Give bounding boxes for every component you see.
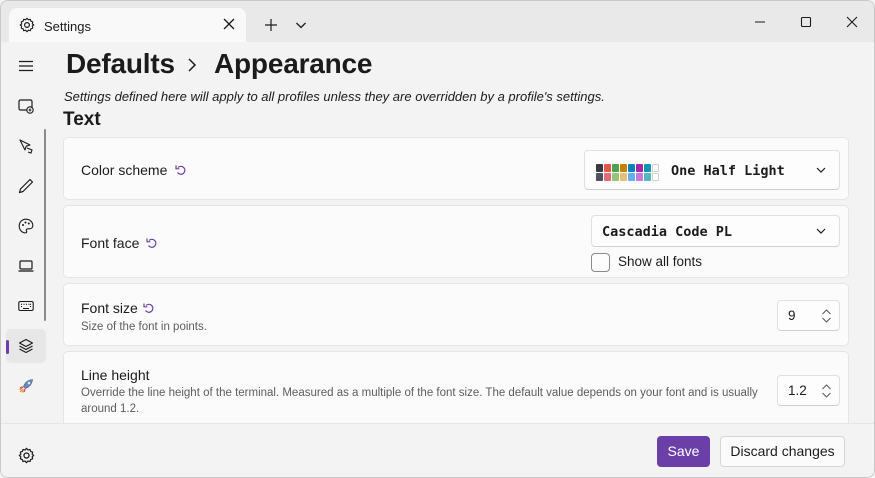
color-scheme-swatches <box>596 164 659 182</box>
rail-item-interaction[interactable] <box>6 129 46 163</box>
color-swatch <box>596 173 603 181</box>
color-swatch <box>628 173 635 181</box>
chevron-down-icon[interactable] <box>293 17 309 33</box>
line-height-value: 1.2 <box>788 383 807 398</box>
title-bar: Settings <box>1 1 874 42</box>
rocket-icon <box>19 379 33 393</box>
reset-icon[interactable] <box>145 236 159 250</box>
spin-arrows-icon[interactable] <box>821 382 832 400</box>
palette-icon <box>18 218 34 234</box>
rail-item-startup[interactable] <box>6 89 46 123</box>
color-swatch <box>628 164 635 172</box>
close-icon[interactable] <box>220 15 238 33</box>
hamburger-menu-icon <box>19 60 33 72</box>
line-height-input[interactable]: 1.2 <box>777 375 840 406</box>
save-button[interactable]: Save <box>657 436 710 467</box>
chevron-right-icon <box>188 58 197 72</box>
tab-title: Settings <box>44 19 91 34</box>
rail-item-actions[interactable] <box>6 289 46 323</box>
reset-icon[interactable] <box>142 301 156 315</box>
section-title: Text <box>63 109 101 130</box>
launch-icon <box>18 99 34 114</box>
rail-item-profile[interactable] <box>6 369 46 403</box>
selection-indicator <box>6 340 9 354</box>
show-all-fonts-label[interactable]: Show all fonts <box>618 254 702 269</box>
page-title: Appearance <box>214 48 373 79</box>
footer: Save Discard changes <box>1 423 874 477</box>
layers-icon <box>18 338 34 354</box>
show-all-fonts-checkbox[interactable] <box>591 253 610 272</box>
font-size-input[interactable]: 9 <box>777 300 840 331</box>
color-swatch <box>604 164 611 172</box>
close-icon[interactable] <box>843 13 861 31</box>
maximize-icon[interactable] <box>797 13 815 31</box>
font-face-setting: Font face Cascadia Code PL Show all font… <box>63 205 849 278</box>
line-height-label: Line height <box>81 367 150 383</box>
color-swatch <box>644 173 651 181</box>
color-swatch <box>652 164 659 172</box>
pen-icon <box>18 178 34 194</box>
rail-item-color-schemes[interactable] <box>6 209 46 243</box>
font-face-dropdown[interactable]: Cascadia Code PL <box>591 215 840 247</box>
spin-arrows-icon[interactable] <box>821 307 832 325</box>
color-swatch <box>620 173 627 181</box>
rail-item-defaults[interactable] <box>6 329 46 363</box>
color-scheme-value: One Half Light <box>671 163 785 179</box>
gear-icon[interactable] <box>18 447 35 464</box>
color-swatch <box>636 164 643 172</box>
color-swatch <box>612 173 619 181</box>
color-swatch <box>596 164 603 172</box>
color-swatch <box>620 164 627 172</box>
chevron-down-icon <box>816 167 826 173</box>
color-scheme-label: Color scheme <box>81 162 168 178</box>
rail-item-appearance[interactable] <box>6 169 46 203</box>
font-face-value: Cascadia Code PL <box>602 224 733 240</box>
rail-scrollbar[interactable] <box>44 129 46 321</box>
hamburger-menu-button[interactable] <box>6 49 46 83</box>
laptop-icon <box>18 260 34 272</box>
rail-item-rendering[interactable] <box>6 249 46 283</box>
font-size-setting: Font size Size of the font in points. 9 <box>63 283 849 346</box>
gear-icon <box>19 17 35 33</box>
font-face-label: Font face <box>81 235 140 251</box>
interaction-icon <box>19 139 33 154</box>
color-swatch <box>652 173 659 181</box>
font-size-label: Font size <box>81 300 138 316</box>
color-scheme-setting: Color scheme One Half Light <box>63 137 849 200</box>
keyboard-icon <box>18 300 34 312</box>
color-swatch <box>612 164 619 172</box>
reset-icon[interactable] <box>174 163 188 177</box>
color-swatch <box>636 173 643 181</box>
tab-settings[interactable]: Settings <box>9 8 246 42</box>
color-swatch <box>604 173 611 181</box>
line-height-description: Override the line height of the terminal… <box>81 387 758 415</box>
settings-window: Settings Defaults Appearance Settings de… <box>0 0 875 478</box>
color-scheme-dropdown[interactable]: One Half Light <box>584 150 840 190</box>
discard-changes-button[interactable]: Discard changes <box>720 436 845 467</box>
line-height-setting: Line height Override the line height of … <box>63 351 849 431</box>
font-size-description: Size of the font in points. <box>81 321 207 333</box>
breadcrumb-defaults[interactable]: Defaults <box>66 48 175 80</box>
font-size-value: 9 <box>788 308 796 323</box>
plus-icon[interactable] <box>263 17 279 33</box>
chevron-down-icon <box>816 228 826 234</box>
color-swatch <box>644 164 651 172</box>
minimize-icon[interactable] <box>751 13 769 31</box>
page-description: Settings defined here will apply to all … <box>64 89 605 104</box>
